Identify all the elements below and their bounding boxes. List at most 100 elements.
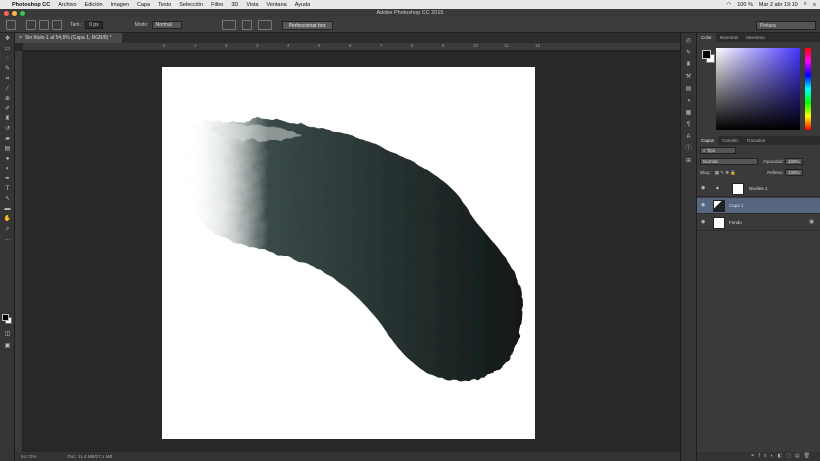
spotlight-icon[interactable]: ⌕ — [804, 1, 807, 8]
tab-swatches[interactable]: Muestras — [716, 33, 743, 42]
adjustments-panel-icon[interactable]: ◑ — [684, 97, 693, 105]
layer-thumbnail[interactable] — [713, 200, 725, 212]
tool-preset-icon[interactable] — [6, 20, 16, 30]
tool-presets-icon[interactable]: ⚒ — [684, 73, 693, 81]
close-tab-icon[interactable]: × — [19, 35, 22, 41]
layer-name[interactable]: Fondo — [729, 220, 742, 225]
eraser-tool-icon[interactable]: ▰ — [3, 136, 12, 143]
canvas-area[interactable] — [23, 51, 680, 452]
hand-tool-icon[interactable]: ✋ — [3, 216, 12, 223]
doc-size[interactable]: Doc: 11,4 MB/27,1 MB — [68, 454, 113, 459]
quick-mask-icon[interactable]: ◫ — [3, 331, 12, 338]
path-selection-tool-icon[interactable]: ↖ — [3, 196, 12, 203]
ruler-left[interactable] — [15, 51, 23, 452]
menu-vista[interactable]: Vista — [246, 2, 258, 8]
menu-ventana[interactable]: Ventana — [267, 2, 287, 8]
notification-icon[interactable]: ≡ — [813, 2, 816, 8]
brush-panel-icon[interactable]: ✎ — [684, 49, 693, 57]
ruler-top[interactable]: 0 1 2 3 4 5 6 7 8 9 10 11 12 — [23, 43, 680, 51]
fill-input[interactable]: 100% — [784, 169, 803, 177]
screen-mode-icon[interactable]: ▣ — [3, 343, 12, 350]
subtract-selection-icon[interactable] — [52, 20, 62, 30]
size-input[interactable]: 0 px — [85, 21, 103, 29]
navigator-panel-icon[interactable]: ⊞ — [684, 157, 693, 165]
menu-filtro[interactable]: Filtro — [211, 2, 223, 8]
visibility-eye-icon[interactable]: ◉ — [701, 219, 705, 225]
dodge-tool-icon[interactable]: ◐ — [3, 166, 12, 173]
menu-seleccion[interactable]: Selección — [179, 2, 203, 8]
visibility-eye-icon[interactable]: ◉ — [701, 202, 705, 208]
document-tab[interactable]: × Sin título-1 al 54,6% (Capa 1, RGB/8) * — [15, 33, 122, 43]
tab-layers[interactable]: Capas — [697, 136, 719, 145]
battery-status[interactable]: 100 % — [737, 2, 753, 8]
workspace-select[interactable]: Pintura — [756, 21, 816, 30]
menu-capa[interactable]: Capa — [137, 2, 150, 8]
layer-thumbnail[interactable] — [713, 217, 725, 229]
character-panel-icon[interactable]: A — [684, 133, 693, 141]
eyedropper-tool-icon[interactable]: ⁄ — [3, 86, 12, 93]
layer-row-capa-1[interactable]: ◉ Capa 1 — [697, 198, 820, 214]
history-panel-icon[interactable]: ◴ — [684, 37, 693, 45]
width-field-icon[interactable] — [221, 20, 236, 30]
add-selection-icon[interactable] — [39, 20, 49, 30]
layer-row-fondo[interactable]: ◉ Fondo ▣ — [697, 215, 820, 231]
tab-channels[interactable]: Canales — [718, 136, 743, 145]
mode-select[interactable]: Normal — [151, 21, 182, 29]
layer-filter-select[interactable]: ⌕ Tipo — [700, 147, 736, 155]
properties-panel-icon[interactable]: ▤ — [684, 85, 693, 93]
tab-swatches-2[interactable]: Muestras — [742, 33, 769, 42]
marquee-tool-icon[interactable]: ▭ — [3, 46, 12, 53]
foreground-color-swatch[interactable] — [2, 314, 9, 321]
blur-tool-icon[interactable]: ● — [3, 156, 12, 163]
clone-stamp-tool-icon[interactable]: ♜ — [3, 116, 12, 123]
color-foreground-swatch[interactable] — [702, 50, 711, 59]
gradient-tool-icon[interactable]: ▤ — [3, 146, 12, 153]
crop-tool-icon[interactable]: ⌗ — [3, 76, 12, 83]
zoom-level[interactable]: 54,72% — [21, 454, 36, 459]
brush-tool-icon[interactable]: ✐ — [3, 106, 12, 113]
menu-edicion[interactable]: Edición — [85, 2, 103, 8]
menu-3d[interactable]: 3D — [231, 2, 238, 8]
ruler-tick: 4 — [287, 43, 290, 48]
tab-paths[interactable]: Trazados — [743, 136, 770, 145]
healing-brush-tool-icon[interactable]: ⊕ — [3, 96, 12, 103]
clock[interactable]: Mar 2 abr 19:10 — [759, 2, 798, 8]
height-field-icon[interactable] — [257, 20, 272, 30]
type-tool-icon[interactable]: T — [3, 186, 12, 193]
pen-tool-icon[interactable]: ✒ — [3, 176, 12, 183]
clone-source-icon[interactable]: ♜ — [684, 61, 693, 69]
menu-texto[interactable]: Texto — [158, 2, 171, 8]
layer-name[interactable]: Capa 1 — [729, 203, 744, 208]
layer-row-levels[interactable]: ◉ ▲ Niveles 1 — [697, 181, 820, 197]
layer-name[interactable]: Niveles 1 — [749, 186, 768, 191]
menu-ayuda[interactable]: Ayuda — [295, 2, 311, 8]
menu-archivo[interactable]: Archivo — [58, 2, 76, 8]
layer-mask-thumbnail[interactable] — [732, 183, 744, 195]
color-picker-field[interactable] — [716, 48, 800, 130]
tab-color[interactable]: Color — [697, 33, 716, 42]
quick-selection-tool-icon[interactable]: ✎ — [3, 66, 12, 73]
swap-icon[interactable] — [241, 20, 252, 30]
more-tools-icon[interactable]: … — [3, 236, 12, 243]
zoom-tool-icon[interactable]: ⌕ — [3, 226, 12, 233]
lock-icons[interactable]: ▦ ✎ ✥ 🔒 — [715, 170, 736, 175]
new-selection-icon[interactable] — [26, 20, 36, 30]
move-tool-icon[interactable]: ✥ — [3, 36, 12, 43]
refine-edge-button[interactable]: Perfeccionar bor. — [281, 20, 334, 30]
blend-mode-select[interactable]: Normal — [700, 158, 758, 166]
menu-app-name[interactable]: Photoshop CC — [12, 2, 50, 8]
styles-panel-icon[interactable]: ▦ — [684, 109, 693, 117]
shape-tool-icon[interactable]: ▬ — [3, 206, 12, 213]
history-brush-tool-icon[interactable]: ↺ — [3, 126, 12, 133]
lasso-tool-icon[interactable]: ◌ — [3, 56, 12, 63]
document-canvas[interactable] — [162, 67, 535, 439]
document-tab-label: Sin título-1 al 54,6% (Capa 1, RGB/8) * — [24, 35, 112, 41]
wifi-icon[interactable]: ◠ — [726, 2, 731, 8]
menu-imagen[interactable]: Imagen — [111, 2, 129, 8]
visibility-eye-icon[interactable]: ◉ — [701, 185, 705, 191]
info-panel-icon[interactable]: ⓘ — [684, 145, 693, 153]
layers-footer-buttons[interactable]: ⚭fx◐◧▢▤🗑 — [697, 452, 820, 461]
hue-slider[interactable] — [805, 48, 811, 130]
opacity-input[interactable]: 100% — [785, 158, 803, 166]
paragraph-panel-icon[interactable]: ¶ — [684, 121, 693, 129]
